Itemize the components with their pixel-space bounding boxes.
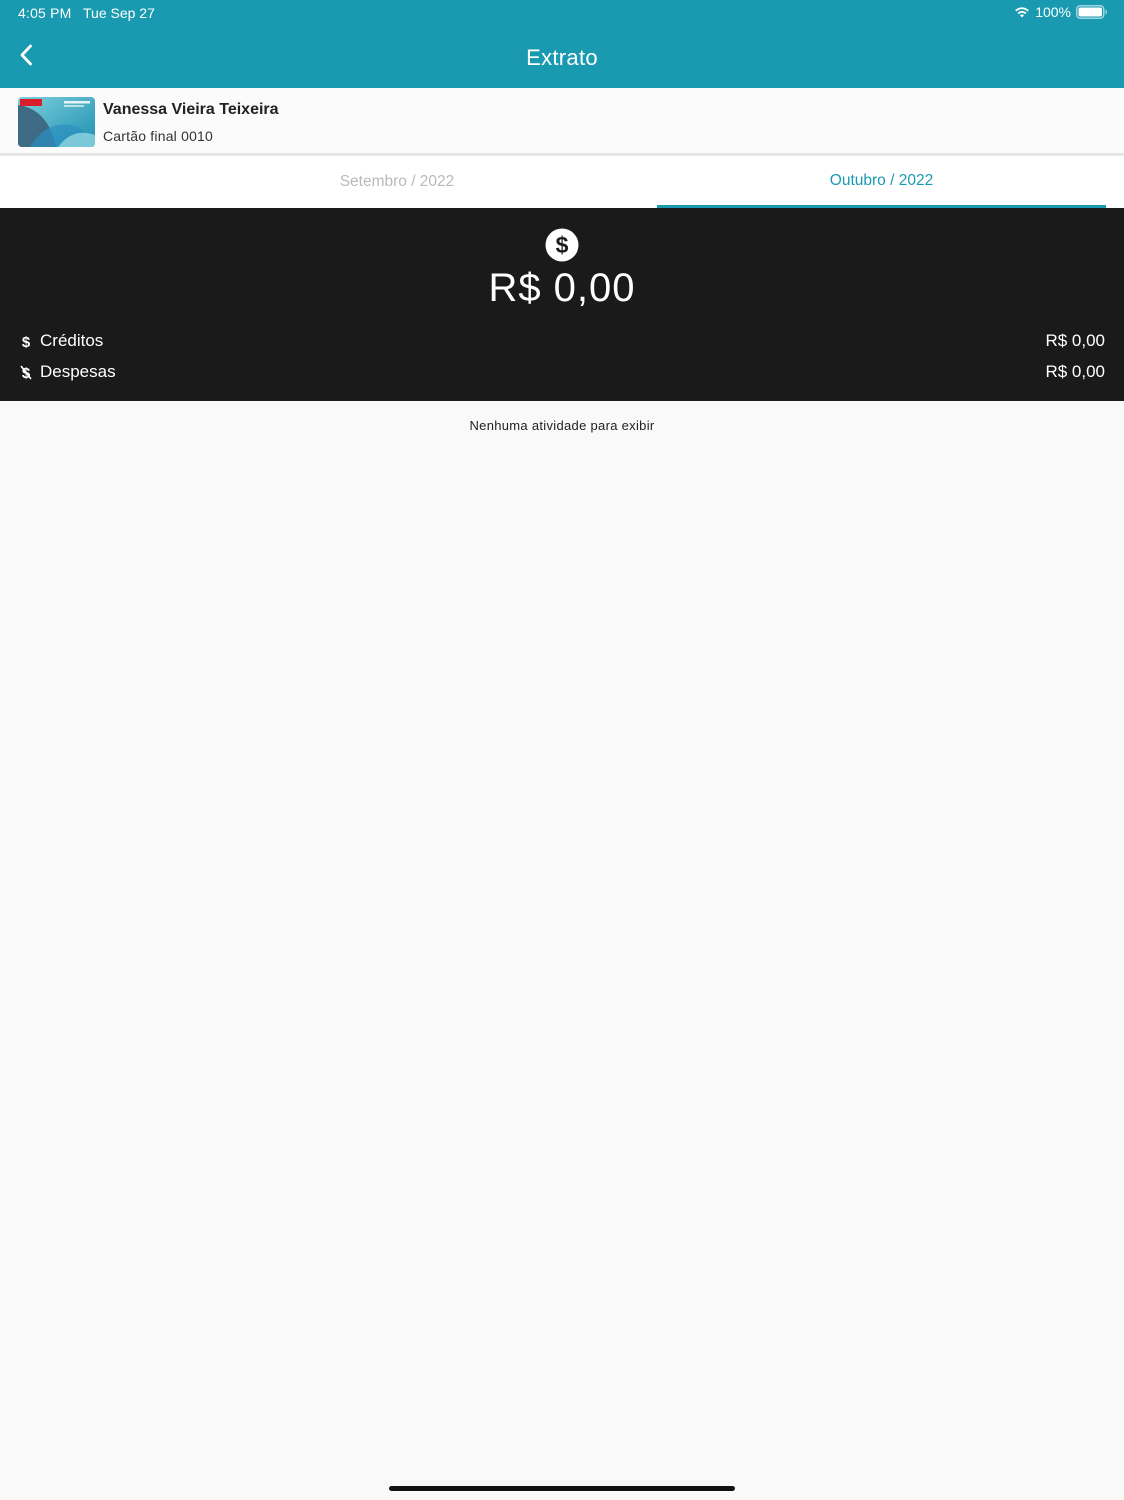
credits-row: $ Créditos R$ 0,00 <box>20 328 1105 354</box>
page-title: Extrato <box>526 45 598 70</box>
card-image <box>18 97 95 147</box>
card-info: Vanessa Vieira Teixeira Cartão final 001… <box>0 88 1124 155</box>
tab-outubro-2022[interactable]: Outubro / 2022 <box>657 156 1106 208</box>
credits-label: Créditos <box>40 331 104 350</box>
credits-value: R$ 0,00 <box>1045 331 1105 350</box>
wifi-icon <box>1014 5 1030 19</box>
page: 4:05 PM Tue Sep 27 100% Extrato Vanessa … <box>0 0 1124 1500</box>
month-tabs: Setembro / 2022 Outubro / 2022 <box>0 156 1124 208</box>
status-date: Tue Sep 27 <box>83 5 155 21</box>
expenses-value: R$ 0,00 <box>1045 362 1105 381</box>
card-final-digits: Cartão final 0010 <box>103 128 214 144</box>
tab-setembro-2022[interactable]: Setembro / 2022 <box>137 156 657 208</box>
dollar-slash-icon: $ <box>20 364 32 380</box>
empty-activity-message: Nenhuma atividade para exibir <box>469 418 655 433</box>
battery-percent: 100% <box>1035 4 1071 20</box>
status-time: 4:05 PM <box>18 5 72 21</box>
status-indicators: 100% <box>1014 4 1108 20</box>
svg-text:$: $ <box>556 232 569 258</box>
dollar-icon: $ <box>20 333 32 349</box>
balance-summary: $ R$ 0,00 $ Créditos R$ 0,00 $ <box>0 208 1124 401</box>
svg-text:$: $ <box>22 334 31 349</box>
expenses-row: $ Despesas R$ 0,00 <box>20 359 1105 385</box>
battery-icon <box>1076 5 1108 19</box>
total-balance: R$ 0,00 <box>488 266 636 310</box>
card-holder-name: Vanessa Vieira Teixeira <box>103 101 279 118</box>
app-header: 4:05 PM Tue Sep 27 100% Extrato <box>0 0 1124 88</box>
home-indicator[interactable] <box>389 1486 735 1491</box>
expenses-label: Despesas <box>40 362 116 381</box>
